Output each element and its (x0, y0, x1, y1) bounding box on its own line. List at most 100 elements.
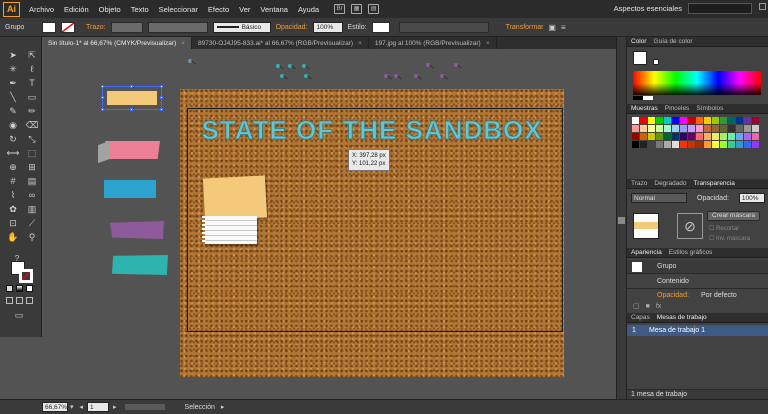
tab-brushes[interactable]: Pinceles (665, 105, 690, 112)
artboard-tool-icon[interactable]: ⊡ (6, 217, 20, 229)
shape-builder-tool-icon[interactable]: ⊕ (6, 161, 20, 173)
resize-handle[interactable] (130, 108, 133, 111)
collapse-panels-icon[interactable] (618, 217, 625, 224)
bridge-icon[interactable]: Br (334, 4, 346, 14)
tab-graphic-styles[interactable]: Estilos gráficos (669, 249, 713, 256)
resize-handle[interactable] (130, 85, 133, 88)
tab-swatches[interactable]: Muestras (631, 105, 658, 112)
lasso-tool-icon[interactable]: ℓ (25, 63, 39, 75)
color-swatch[interactable] (712, 125, 719, 132)
draw-normal-icon[interactable] (6, 297, 13, 304)
screen-mode-icon[interactable]: ▭ (12, 309, 26, 321)
color-swatch[interactable] (728, 141, 735, 148)
color-swatch[interactable] (672, 117, 679, 124)
menu-objeto[interactable]: Objeto (94, 5, 126, 14)
color-swatch[interactable] (704, 141, 711, 148)
search-input[interactable] (688, 3, 752, 14)
color-swatch[interactable] (664, 117, 671, 124)
color-swatch[interactable] (752, 141, 759, 148)
menu-ayuda[interactable]: Ayuda (293, 5, 324, 14)
menu-texto[interactable]: Texto (126, 5, 154, 14)
stroke-label[interactable]: Trazo: (86, 24, 106, 31)
menu-archivo[interactable]: Archivo (24, 5, 59, 14)
artboard-list-row[interactable]: 1 Mesa de trabajo 1 (627, 325, 768, 336)
color-swatch[interactable] (664, 133, 671, 140)
color-swatch[interactable] (680, 133, 687, 140)
magic-wand-tool-icon[interactable]: ✳ (6, 63, 20, 75)
minimize-icon[interactable] (759, 3, 766, 10)
color-swatch[interactable] (632, 133, 639, 140)
color-swatch[interactable] (720, 133, 727, 140)
appearance-contents-row[interactable]: Contenido (627, 275, 768, 289)
zoom-tool-icon[interactable]: ⚲ (25, 231, 39, 243)
arrange-icon[interactable]: ▣ (548, 23, 556, 32)
notepad-page[interactable] (202, 216, 257, 244)
purple-tape[interactable] (110, 221, 164, 239)
opacity-field[interactable]: 100% (738, 193, 765, 203)
selected-group-bounding-box[interactable] (101, 85, 163, 111)
rectangle-tool-icon[interactable]: ▭ (25, 91, 39, 103)
color-swatch[interactable] (656, 117, 663, 124)
tab-layers[interactable]: Capas (631, 314, 650, 321)
close-icon[interactable]: × (181, 40, 185, 47)
tab-document-3[interactable]: 197.jpg al 100% (RGB/Previsualizar) × (369, 37, 497, 49)
clip-checkbox[interactable]: ☐ Recortar (709, 225, 739, 232)
first-artboard-icon[interactable]: ◂ (80, 403, 84, 411)
color-swatch[interactable] (696, 141, 703, 148)
color-swatch[interactable] (744, 117, 751, 124)
pushpin[interactable] (414, 74, 418, 78)
status-menu-icon[interactable]: ▸ (221, 403, 225, 411)
color-swatch[interactable] (736, 133, 743, 140)
color-swatch[interactable] (736, 117, 743, 124)
tab-artboards[interactable]: Mesas de trabajo (657, 314, 707, 321)
color-swatch[interactable] (752, 125, 759, 132)
color-swatch[interactable] (680, 125, 687, 132)
pushpin[interactable] (276, 64, 280, 68)
new-fill-icon[interactable]: ■ (646, 303, 650, 310)
pushpin[interactable] (288, 64, 292, 68)
eyedropper-tool-icon[interactable]: ⌇ (6, 189, 20, 201)
color-swatch[interactable] (712, 133, 719, 140)
new-stroke-icon[interactable]: ▢ (633, 302, 640, 310)
color-swatch[interactable] (656, 141, 663, 148)
color-swatch[interactable] (648, 141, 655, 148)
column-graph-tool-icon[interactable]: ▥ (25, 203, 39, 215)
arrange-documents-icon[interactable]: ▦ (351, 4, 363, 14)
color-swatch[interactable] (648, 117, 655, 124)
color-swatch[interactable] (680, 117, 687, 124)
tab-color-guide[interactable]: Guía de color (654, 38, 693, 45)
tab-stroke[interactable]: Trazo (631, 180, 647, 187)
color-swatch[interactable] (672, 133, 679, 140)
selection-tool-icon[interactable]: ➤ (6, 49, 20, 61)
pen-tool-icon[interactable]: ✒ (6, 77, 20, 89)
transparency-thumbnail[interactable] (633, 213, 659, 239)
zoom-dropdown-icon[interactable]: ▾ (70, 403, 74, 411)
menu-efecto[interactable]: Efecto (203, 5, 234, 14)
color-swatch[interactable] (664, 141, 671, 148)
perspective-grid-tool-icon[interactable]: ⊞ (25, 161, 39, 173)
resize-handle[interactable] (160, 108, 163, 111)
gradient-button-icon[interactable] (16, 285, 23, 292)
pushpin[interactable] (426, 63, 430, 67)
color-swatch[interactable] (688, 125, 695, 132)
pushpin[interactable] (188, 59, 192, 63)
gradient-tool-icon[interactable]: ▤ (25, 175, 39, 187)
hand-tool-icon[interactable]: ✋ (6, 231, 20, 243)
paintbrush-tool-icon[interactable]: ✎ (6, 105, 20, 117)
none-button-icon[interactable] (26, 285, 33, 292)
stroke-swatch[interactable] (61, 21, 75, 33)
close-icon[interactable]: × (358, 40, 362, 47)
color-swatch[interactable] (688, 141, 695, 148)
panel-menu-icon[interactable]: ≡ (561, 23, 566, 32)
tab-gradient[interactable]: Degradado (654, 180, 686, 187)
artboard-number-field[interactable]: 1 (87, 402, 110, 412)
menu-ver[interactable]: Ver (234, 5, 255, 14)
layout-icon[interactable]: ▤ (368, 4, 380, 14)
color-swatch[interactable] (744, 141, 751, 148)
none-swatch[interactable] (653, 59, 659, 65)
color-swatch[interactable] (736, 125, 743, 132)
color-swatch[interactable] (712, 141, 719, 148)
color-swatch[interactable] (640, 125, 647, 132)
slice-tool-icon[interactable]: ⟋ (25, 217, 39, 229)
invert-mask-checkbox[interactable]: ☐ Inv. máscara (709, 235, 750, 242)
